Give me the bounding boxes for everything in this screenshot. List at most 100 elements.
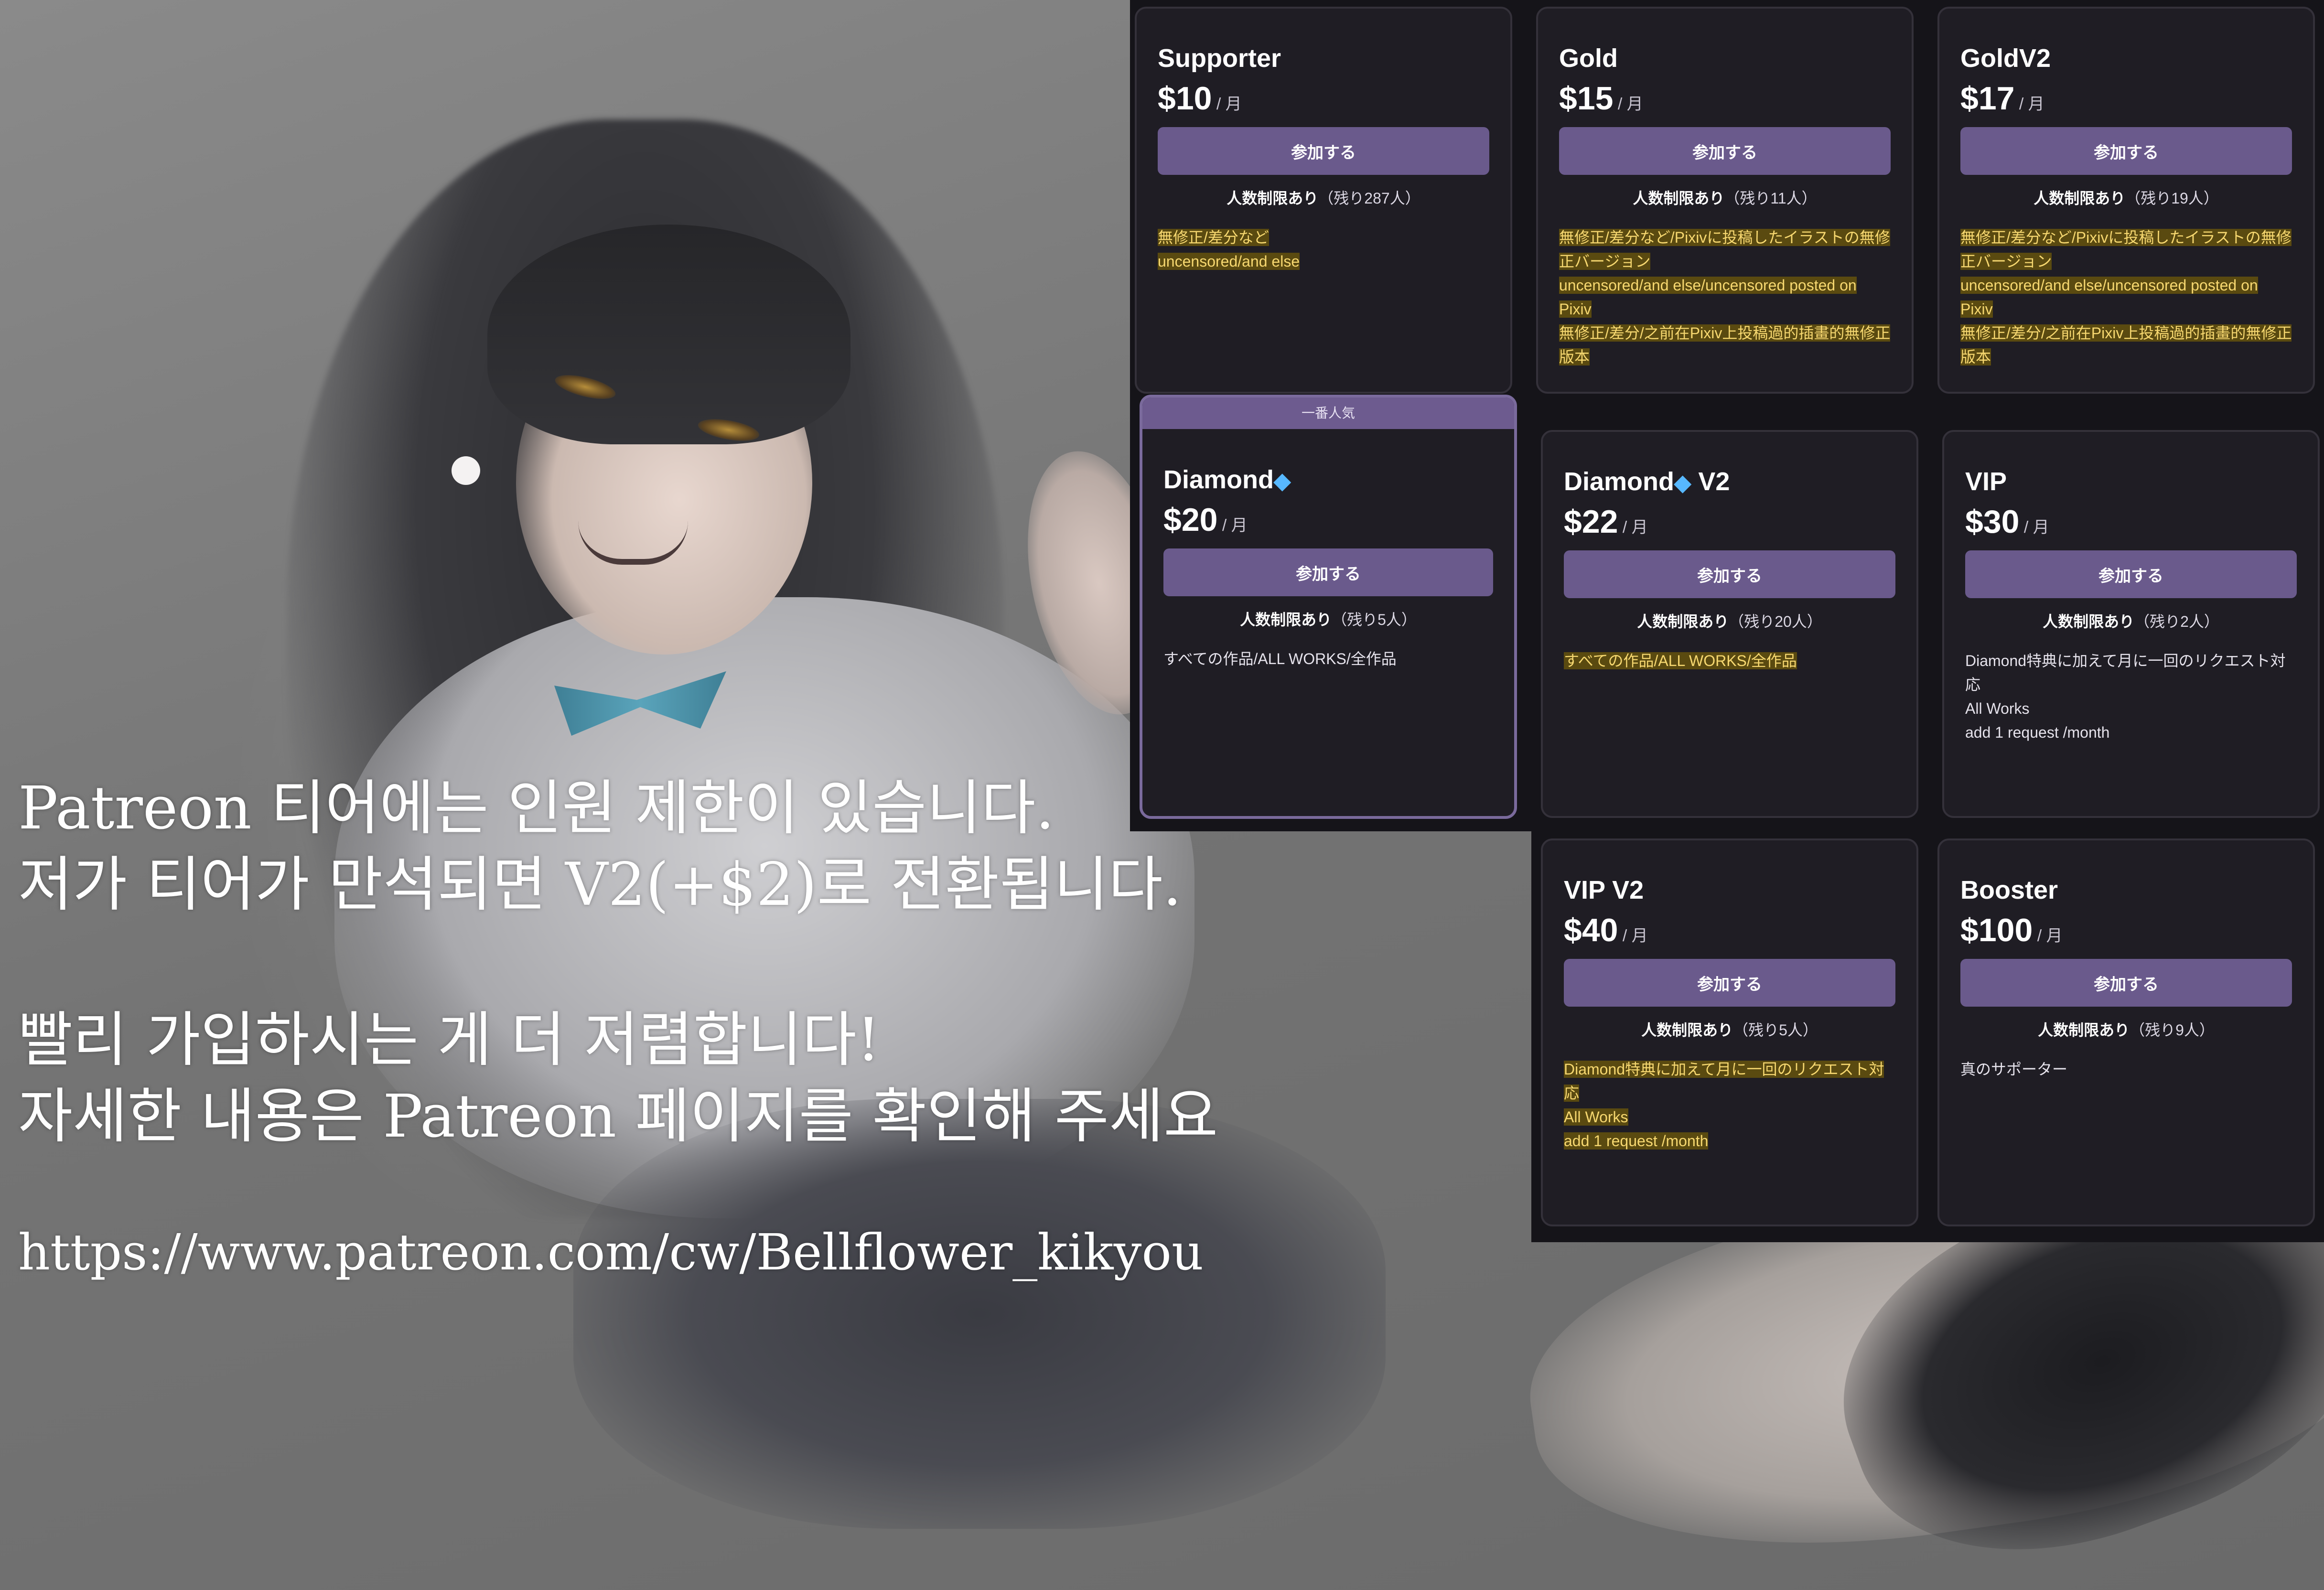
member-limit-label: 人数制限あり — [1240, 611, 1332, 628]
member-limit: 人数制限あり（残り19人） — [1960, 186, 2292, 208]
tier-price: $15 / 月 — [1559, 79, 1891, 118]
member-limit: 人数制限あり（残り5人） — [1163, 608, 1493, 630]
tier-name-text: GoldV2 — [1960, 44, 2051, 73]
tier-name: Diamond◆ — [1163, 464, 1493, 495]
tier-name-text: VIP V2 — [1564, 876, 1644, 904]
tier-name-text: Supporter — [1158, 44, 1281, 73]
member-limit-label: 人数制限あり — [1641, 1021, 1733, 1039]
description-text: uncensored/and else/uncensored posted on… — [1559, 277, 1857, 318]
tier-name: Supporter — [1158, 43, 1489, 74]
join-button[interactable]: 参加する — [1965, 550, 2297, 598]
tier-description: すべての作品/ALL WORKS/全作品 — [1163, 647, 1493, 671]
price-unit: / 月 — [1618, 927, 1648, 945]
member-limit-label: 人数制限あり — [1227, 190, 1319, 207]
member-limit-label: 人数制限あり — [2034, 190, 2126, 207]
description-text: All Works — [1965, 700, 2030, 717]
description-line: All Works — [1965, 697, 2297, 720]
price-unit: / 月 — [2033, 927, 2063, 945]
description-text: すべての作品/ALL WORKS/全作品 — [1564, 652, 1797, 669]
tier-description: すべての作品/ALL WORKS/全作品 — [1564, 649, 1895, 673]
tier-name-text: Booster — [1960, 876, 2058, 904]
price-unit: / 月 — [2019, 518, 2049, 537]
description-text: Diamond特典に加えて月に一回のリクエスト対応 — [1564, 1061, 1884, 1102]
tier-card: VIP $30 / 月参加する人数制限あり（残り2人） Diamond特典に加えて月… — [1942, 430, 2320, 818]
tier-description: Diamond特典に加えて月に一回のリクエスト対応 All Works add 1 … — [1965, 649, 2297, 744]
description-line: すべての作品/ALL WORKS/全作品 — [1163, 647, 1493, 671]
tier-card: Diamond◆ V2 $22 / 月参加する 人数制限あり（残り20人） すべての作… — [1541, 430, 1918, 818]
member-limit: 人数制限あり（残り5人） — [1564, 1018, 1895, 1040]
description-line: 無修正/差分など/Pixivに投稿したイラストの無修正バージョン — [1960, 226, 2292, 273]
member-limit-label: 人数制限あり — [2038, 1021, 2130, 1039]
description-line: 無修正/差分/之前在Pixiv上投稿過的插畫的無修正版本 — [1960, 321, 2292, 369]
price-unit: / 月 — [1212, 95, 1242, 113]
remaining-count: （残り19人） — [2125, 190, 2219, 207]
join-button[interactable]: 参加する — [1960, 127, 2292, 175]
member-limit: 人数制限あり（残り2人） — [1965, 610, 2297, 632]
tier-description: 無修正/差分など uncensored/and else — [1158, 226, 1489, 273]
tier-name-text: Diamond — [1163, 465, 1274, 494]
character-bangs — [487, 225, 850, 444]
diamond-icon: ◆ — [1674, 470, 1691, 495]
remaining-count: （残り5人） — [1733, 1021, 1818, 1039]
most-popular-badge: 一番人気 — [1142, 398, 1514, 429]
tier-description: 無修正/差分など/Pixivに投稿したイラストの無修正バージョン uncensor… — [1960, 226, 2292, 369]
price-amount: $17 — [1960, 80, 2015, 117]
remaining-count: （残り287人） — [1318, 190, 1420, 207]
description-text: All Works — [1564, 1108, 1628, 1126]
description-line: All Works — [1564, 1105, 1895, 1129]
tier-price: $30 / 月 — [1965, 503, 2297, 541]
patreon-url[interactable]: https://www.patreon.com/cw/Bellflower_ki… — [18, 1223, 1204, 1281]
price-unit: / 月 — [2014, 95, 2044, 113]
join-button[interactable]: 参加する — [1559, 127, 1891, 175]
description-text: 無修正/差分など/Pixivに投稿したイラストの無修正バージョン — [1559, 229, 1890, 270]
join-button[interactable]: 参加する — [1163, 548, 1493, 596]
price-unit: / 月 — [1217, 516, 1248, 535]
tier-price: $40 / 月 — [1564, 911, 1895, 949]
price-amount: $20 — [1163, 502, 1218, 538]
tier-name: VIP — [1965, 466, 2297, 497]
member-limit: 人数制限あり（残り9人） — [1960, 1018, 2292, 1040]
description-line: 無修正/差分など — [1158, 226, 1489, 249]
description-line: uncensored/and else/uncensored posted on… — [1559, 273, 1891, 321]
remaining-count: （残り11人） — [1724, 190, 1817, 207]
description-line: 無修正/差分など/Pixivに投稿したイラストの無修正バージョン — [1559, 226, 1891, 273]
remaining-count: （残り5人） — [1332, 611, 1417, 628]
price-unit: / 月 — [1613, 95, 1643, 113]
tier-card: Supporter $10 / 月参加する人数制限あり（残り287人） 無修正/差分… — [1135, 7, 1512, 394]
notice-line-2: 저가 티어가 만석되면 V2(+$2)로 전환됩니다. — [18, 850, 1182, 919]
member-limit: 人数制限あり（残り20人） — [1564, 610, 1895, 632]
tier-description: 真のサポーター — [1960, 1057, 2292, 1081]
tier-name: Gold — [1559, 43, 1891, 74]
join-button[interactable]: 参加する — [1564, 550, 1895, 598]
price-amount: $40 — [1564, 912, 1618, 948]
remaining-count: （残り20人） — [1729, 613, 1822, 630]
description-text: 無修正/差分など/Pixivに投稿したイラストの無修正バージョン — [1960, 229, 2292, 270]
remaining-count: （残り9人） — [2130, 1021, 2215, 1039]
description-text: uncensored/and else/uncensored posted on… — [1960, 277, 2258, 318]
tier-description: Diamond特典に加えて月に一回のリクエスト対応 All Works add 1 … — [1564, 1057, 1895, 1153]
tier-description: 無修正/差分など/Pixivに投稿したイラストの無修正バージョン uncensor… — [1559, 226, 1891, 369]
member-limit: 人数制限あり（残り287人） — [1158, 186, 1489, 208]
description-text: 無修正/差分など — [1158, 229, 1269, 246]
tier-name: GoldV2 — [1960, 43, 2292, 74]
price-unit: / 月 — [1618, 518, 1648, 537]
tier-price: $17 / 月 — [1960, 79, 2292, 118]
heart-earring — [452, 456, 480, 485]
notice-line-1: Patreon 티어에는 인원 제한이 있습니다. — [18, 774, 1054, 843]
join-button[interactable]: 参加する — [1158, 127, 1489, 175]
description-line: add 1 request /month — [1965, 720, 2297, 744]
remaining-count: （残り2人） — [2134, 613, 2219, 630]
join-button[interactable]: 参加する — [1564, 959, 1895, 1007]
tier-card: GoldV2 $17 / 月参加する人数制限あり（残り19人） 無修正/差分など/P… — [1937, 7, 2315, 394]
description-text: 真のサポーター — [1960, 1061, 2068, 1078]
tier-price: $22 / 月 — [1564, 503, 1895, 541]
tier-price: $10 / 月 — [1158, 79, 1489, 118]
tier-card: Booster $100 / 月参加する 人数制限あり（残り9人） 真のサポーター — [1937, 838, 2315, 1226]
description-line: uncensored/and else/uncensored posted on… — [1960, 273, 2292, 321]
description-text: add 1 request /month — [1965, 724, 2110, 741]
join-button[interactable]: 参加する — [1960, 959, 2292, 1007]
description-text: 無修正/差分/之前在Pixiv上投稿過的插畫的無修正版本 — [1960, 324, 2292, 365]
description-text: すべての作品/ALL WORKS/全作品 — [1163, 650, 1397, 667]
description-text: Diamond特典に加えて月に一回のリクエスト対応 — [1965, 652, 2286, 693]
notice-line-3: 빨리 가입하시는 게 더 저렴합니다! — [18, 1006, 881, 1074]
